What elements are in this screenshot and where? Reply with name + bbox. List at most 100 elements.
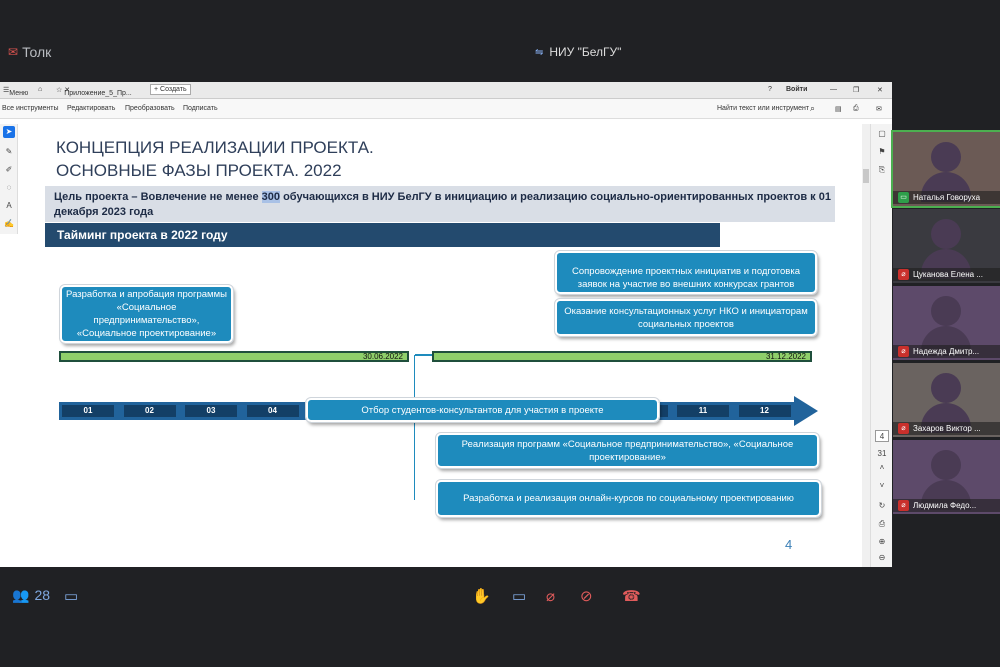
- mic-off-icon: ⌀: [898, 269, 909, 280]
- month-cell: 12: [738, 405, 791, 417]
- rotate-icon[interactable]: ↻: [875, 500, 889, 512]
- comments-icon[interactable]: ▢: [875, 128, 889, 140]
- participant-tile[interactable]: Цуканова Елена ... ⌀: [893, 209, 1000, 283]
- participant-name: Наталья Говоруха: [893, 191, 1000, 204]
- slide-page-number: 4: [785, 537, 793, 552]
- text-icon[interactable]: A: [3, 200, 15, 212]
- avatar: [931, 296, 961, 326]
- screen-share-icon[interactable]: ▭: [512, 587, 526, 605]
- phase-box-selection: Отбор студентов-консультантов для участи…: [305, 397, 660, 423]
- month-cell: 04: [246, 405, 299, 417]
- pen-icon[interactable]: ✐: [3, 164, 15, 176]
- all-tools-button[interactable]: Все инструменты: [2, 105, 59, 112]
- timeline-arrow: [794, 396, 818, 426]
- timeline-bar-h1: 30.06.2022: [59, 351, 409, 362]
- tab-document[interactable]: ☆ Приложение_5_Пр... ✕: [56, 86, 132, 97]
- goal-prefix: Цель проекта – Вовлечение не менее: [54, 191, 262, 203]
- phase-box-support: Сопровождение проектных инициатив и подг…: [554, 250, 818, 295]
- slide: КОНЦЕПЦИЯ РЕАЛИЗАЦИИ ПРОЕКТА. ОСНОВНЫЕ Ф…: [45, 119, 835, 567]
- people-icon: 👥: [12, 587, 30, 603]
- avatar: [931, 219, 961, 249]
- stamp-icon[interactable]: ✍: [3, 218, 15, 230]
- app-name: Толк: [22, 44, 52, 60]
- participant-tile[interactable]: Людмила Федо... ⌀: [893, 440, 1000, 514]
- screen-share-icon: ▭: [898, 192, 909, 203]
- raise-hand-icon[interactable]: ✋: [472, 587, 491, 605]
- chat-icon[interactable]: ▭: [64, 587, 78, 605]
- mail-icon[interactable]: ✉: [876, 105, 882, 113]
- chevron-up-icon[interactable]: ˄: [875, 462, 889, 474]
- phase-box-implementation: Реализация программ «Социальное предприн…: [435, 432, 820, 469]
- left-toolbar: ➤ ✎ ✐ ◌ A ✍: [0, 124, 18, 234]
- participant-tile[interactable]: Наталья Говоруха ▭: [891, 130, 1000, 208]
- participant-tile[interactable]: Надежда Дмитр... ⌀: [893, 286, 1000, 360]
- convert-button[interactable]: Преобразовать: [125, 105, 175, 112]
- minimize-icon[interactable]: —: [830, 86, 837, 93]
- timing-header: Тайминг проекта в 2022 году: [45, 223, 720, 247]
- hang-up-icon[interactable]: ☎: [622, 587, 641, 605]
- conference-name: НИУ "БелГУ": [549, 45, 622, 59]
- month-cell: 03: [185, 405, 237, 417]
- participant-name: Цуканова Елена ...: [893, 268, 1000, 281]
- help-icon[interactable]: ?: [768, 86, 772, 93]
- bottom-bar: 👥 28 ▭ ✋ ▭ ⌀ ⊘ ☎: [0, 575, 1000, 620]
- viewer-toolbar: Все инструменты Редактировать Преобразов…: [0, 99, 892, 119]
- pdf-viewer: ☰ Меню ⌂ ☆ Приложение_5_Пр... ✕ + Создат…: [0, 82, 892, 567]
- camera-off-icon[interactable]: ⊘: [580, 587, 593, 605]
- scroll-thumb[interactable]: [863, 169, 869, 183]
- comment-icon[interactable]: ✎: [3, 146, 15, 158]
- month-cell: 11: [677, 405, 729, 417]
- connector-vertical: [414, 355, 415, 500]
- lasso-icon[interactable]: ◌: [3, 182, 15, 194]
- avatar: [931, 142, 961, 172]
- zoom-out-icon[interactable]: ⊖: [875, 552, 889, 564]
- signin-button[interactable]: Войти: [786, 86, 807, 93]
- select-icon[interactable]: ➤: [3, 126, 15, 138]
- search-icon[interactable]: ⌕: [810, 103, 815, 114]
- menu-button[interactable]: ☰ Меню: [3, 86, 28, 97]
- participants-button[interactable]: 👥 28: [12, 587, 50, 604]
- participant-name: Надежда Дмитр...: [893, 345, 1000, 358]
- scrollbar[interactable]: [862, 124, 870, 567]
- search-tools-button[interactable]: Найти текст или инструмент: [717, 105, 809, 112]
- avatar: [931, 373, 961, 403]
- logo-icon: ✉: [8, 45, 19, 59]
- share-icon: ⇋: [535, 46, 544, 58]
- close-icon[interactable]: ✕: [877, 86, 883, 94]
- zoom-in-icon[interactable]: ⊕: [875, 536, 889, 548]
- save-icon[interactable]: ▤: [835, 105, 842, 113]
- bookmark-icon[interactable]: ⚑: [875, 146, 889, 158]
- print-icon[interactable]: ⎙: [853, 105, 859, 113]
- new-tab-button[interactable]: + Создать: [150, 84, 191, 95]
- participant-tile[interactable]: Захаров Виктор ... ⌀: [893, 363, 1000, 437]
- sign-button[interactable]: Подписать: [183, 105, 218, 112]
- chevron-down-icon[interactable]: ˅: [875, 480, 889, 492]
- mic-off-icon[interactable]: ⌀: [546, 587, 555, 605]
- menu-label: Меню: [9, 90, 29, 97]
- conference-title: ⇋ НИУ "БелГУ": [535, 45, 621, 59]
- tab-document-label: Приложение_5_Пр...: [64, 90, 132, 97]
- mic-off-icon: ⌀: [898, 500, 909, 511]
- connector-line: [415, 354, 432, 356]
- mic-off-icon: ⌀: [898, 346, 909, 357]
- slide-title: КОНЦЕПЦИЯ РЕАЛИЗАЦИИ ПРОЕКТА. ОСНОВНЫЕ Ф…: [56, 138, 374, 180]
- extract-icon[interactable]: ⎙: [875, 518, 889, 530]
- participant-name: Людмила Федо...: [893, 499, 1000, 512]
- participants-panel: Наталья Говоруха ▭ Цуканова Елена ... ⌀ Наде…: [891, 130, 1000, 515]
- goal-number: 300: [261, 191, 281, 203]
- home-icon[interactable]: ⌂: [38, 86, 42, 93]
- mic-off-icon: ⌀: [898, 423, 909, 434]
- top-bar: ✉ Толк ⇋ НИУ "БелГУ": [0, 0, 1000, 80]
- viewer-tab-bar: ☰ Меню ⌂ ☆ Приложение_5_Пр... ✕ + Создат…: [0, 82, 892, 99]
- avatar: [931, 450, 961, 480]
- maximize-icon[interactable]: ❐: [853, 86, 859, 94]
- page-input[interactable]: 4: [875, 430, 889, 442]
- phase-box-online-courses: Разработка и реализация онлайн-курсов по…: [435, 479, 822, 518]
- participants-count: 28: [34, 587, 51, 603]
- phase-box-program: Разработка и апробация программы «Социал…: [59, 284, 234, 344]
- month-cell: 02: [123, 405, 176, 417]
- timeline-bar-h2: 31.12.2022: [432, 351, 812, 362]
- attachments-icon[interactable]: ⎘: [875, 164, 889, 176]
- edit-button[interactable]: Редактировать: [67, 105, 115, 112]
- project-goal: Цель проекта – Вовлечение не менее 300 о…: [45, 186, 835, 222]
